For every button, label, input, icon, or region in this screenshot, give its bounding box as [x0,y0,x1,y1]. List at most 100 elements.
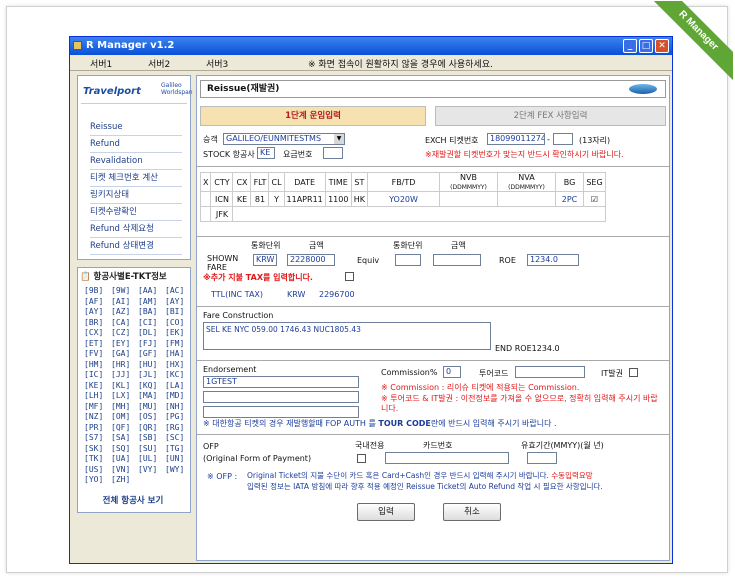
menu-server3[interactable]: 서버3 [206,57,228,70]
airline-code-link[interactable]: [BR] [84,318,103,327]
exch-ticket-input[interactable]: 1809901127405 [487,133,545,145]
carrier-select[interactable]: GALILEO/EUNMITESTMS ▼ [223,133,345,145]
expiry-input[interactable] [527,452,557,464]
cancel-button[interactable]: 취소 [443,503,501,521]
airline-code-link[interactable]: [NZ] [84,412,103,421]
nav-refund-status[interactable]: Refund 상태변경 [90,239,182,255]
airline-code-link[interactable]: [AF] [84,297,103,306]
airline-code-link[interactable]: [GA] [111,349,130,358]
minimize-button[interactable]: _ [623,39,637,53]
airline-code-link[interactable]: [S7] [84,433,103,442]
airline-code-link[interactable]: [UL] [138,454,157,463]
airline-code-link[interactable]: [QF] [111,423,130,432]
airline-code-link[interactable]: [SC] [165,433,184,442]
airline-code-link[interactable]: [AY] [165,297,184,306]
airline-code-link[interactable]: [VY] [138,465,157,474]
airline-code-link[interactable]: [DL] [138,328,157,337]
tourcode-input[interactable] [515,366,585,378]
airline-code-link[interactable]: [OS] [138,412,157,421]
airline-code-link[interactable]: [HR] [111,360,130,369]
airline-code-link[interactable]: [ZH] [111,475,130,484]
airline-code-link[interactable]: [FJ] [138,339,157,348]
airline-code-link[interactable]: [AM] [138,297,157,306]
airline-code-link[interactable]: [AA] [138,286,157,295]
airline-code-link[interactable]: [VN] [111,465,130,474]
maximize-button[interactable]: □ [639,39,653,53]
airline-code-link[interactable]: [CX] [84,328,103,337]
equiv-amount-input[interactable] [433,254,481,266]
fare-no-input[interactable] [323,147,343,159]
airline-code-link[interactable]: [LA] [165,381,184,390]
airline-code-link[interactable]: [MA] [138,391,157,400]
airline-code-link[interactable]: [WY] [165,465,184,474]
domestic-checkbox[interactable] [357,454,366,463]
shown-unit-input[interactable]: KRW [253,254,277,266]
all-airlines-link[interactable]: 전체 항공사 보기 [88,494,178,506]
endorse-input-1[interactable]: 1GTEST [203,376,359,388]
equiv-unit-input[interactable] [395,254,421,266]
nav-linkage[interactable]: 링키지상태 [90,188,182,204]
airline-code-link[interactable]: [EK] [165,328,184,337]
airline-code-link[interactable]: [HU] [138,360,157,369]
cell-bg[interactable]: 2PC [555,191,585,207]
exch-suffix-input[interactable] [553,133,573,145]
tax-checkbox[interactable] [345,272,354,281]
menu-server2[interactable]: 서버2 [148,57,170,70]
airline-code-link[interactable]: [SK] [84,444,103,453]
it-checkbox[interactable] [629,368,638,377]
airline-code-link[interactable]: [OM] [111,412,130,421]
airline-code-link[interactable]: [BA] [138,307,157,316]
airline-code-link[interactable]: [UA] [111,454,130,463]
title-bar[interactable]: R Manager v1.2 _ □ ✕ [70,37,672,55]
cell-nva[interactable] [497,191,557,207]
cell-nvb[interactable] [439,191,499,207]
close-button[interactable]: ✕ [655,39,669,53]
airline-code-link[interactable]: [KE] [84,381,103,390]
airline-code-link[interactable]: [IC] [84,370,103,379]
airline-code-link[interactable]: [KL] [111,381,130,390]
airline-code-link[interactable]: [CZ] [111,328,130,337]
submit-button[interactable]: 입력 [357,503,415,521]
airline-code-link[interactable]: [KC] [165,370,184,379]
seg-checkbox[interactable]: ☑ [583,191,607,207]
airline-code-link[interactable]: [CA] [111,318,130,327]
airline-code-link[interactable]: [CO] [165,318,184,327]
airline-code-link[interactable]: [CI] [138,318,157,327]
airline-code-link[interactable]: [MF] [84,402,103,411]
airline-code-link[interactable]: [US] [84,465,103,474]
airline-code-link[interactable]: [TG] [165,444,184,453]
nav-check-number[interactable]: 티켓 체크번호 계산 [90,171,182,187]
airline-code-link[interactable]: [ET] [84,339,103,348]
airline-code-link[interactable]: [KQ] [138,381,157,390]
airline-code-link[interactable]: [UN] [165,454,184,463]
airline-code-link[interactable]: [MD] [165,391,184,400]
cell-fbtd[interactable]: YO20W [367,191,441,207]
roe-input[interactable]: 1234.0 [527,254,579,266]
nav-refund-delete[interactable]: Refund 삭제요청 [90,222,182,238]
airline-code-link[interactable]: [LH] [84,391,103,400]
airline-code-link[interactable]: [9W] [111,286,130,295]
menu-server1[interactable]: 서버1 [90,57,112,70]
airline-code-link[interactable]: [JJ] [111,370,130,379]
airline-code-link[interactable]: [FV] [84,349,103,358]
airline-code-link[interactable]: [SQ] [111,444,130,453]
nav-ticket-count[interactable]: 티켓수량확인 [90,205,182,221]
airline-code-link[interactable]: [GF] [138,349,157,358]
card-number-input[interactable] [385,452,509,464]
fare-construction-input[interactable]: SEL KE NYC 059.00 1746.43 NUC1805.43 [203,322,491,350]
airline-code-link[interactable]: [AC] [165,286,184,295]
airline-code-link[interactable]: [NH] [165,402,184,411]
nav-revalidation[interactable]: Revalidation [90,154,182,170]
airline-code-link[interactable]: [SU] [138,444,157,453]
nav-reissue[interactable]: Reissue [90,120,182,136]
airline-code-link[interactable]: [PG] [165,412,184,421]
airline-code-link[interactable]: [HM] [84,360,103,369]
endorse-input-3[interactable] [203,406,359,418]
airline-code-link[interactable]: [HX] [165,360,184,369]
airline-code-link[interactable]: [9B] [84,286,103,295]
step2-tab[interactable]: 2단계 FEX 사항입력 [435,106,666,126]
shown-amount-input[interactable]: 2228000 [287,254,335,266]
airline-code-link[interactable]: [SB] [138,433,157,442]
airline-code-link[interactable]: [HA] [165,349,184,358]
airline-code-link[interactable]: [JL] [138,370,157,379]
